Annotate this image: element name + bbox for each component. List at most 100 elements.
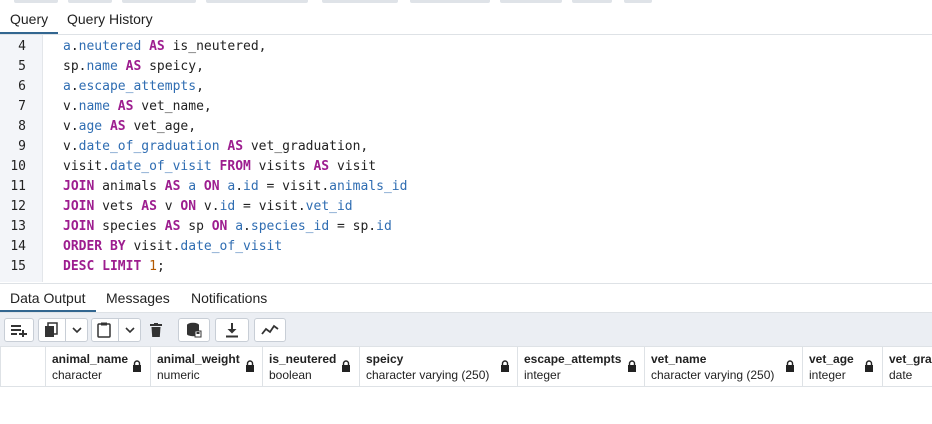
line-number: 6 [18,79,26,94]
code-token: v. [63,139,79,154]
download-button[interactable] [215,318,249,342]
line-number: 13 [10,219,26,234]
code-token: visit [329,159,377,174]
code-token: JOIN [63,199,95,214]
save-data-button[interactable] [178,318,210,342]
code-token: vet_age, [125,119,197,134]
code-token: vet_name, [133,99,212,114]
code-token: ORDER BY [63,239,126,254]
code-token: . [70,39,79,54]
code-token: . [70,79,79,94]
code-line[interactable]: v.age AS vet_age, [63,117,196,137]
chevron-down-icon [72,327,82,334]
code-line[interactable]: JOIN species AS sp ON a.species_id = sp.… [63,217,392,237]
chevron-down-icon [125,327,135,334]
delete-icon [150,323,162,337]
code-token: age [78,119,103,134]
code-token: AS [109,119,126,134]
column-header-animal-name[interactable]: animal_name character [45,347,150,386]
lock-icon [865,360,873,372]
delete-button[interactable] [144,318,168,342]
code-line[interactable]: JOIN animals AS a ON a.id = visit.animal… [63,177,407,197]
paste-button[interactable] [91,318,141,342]
download-icon [226,323,238,338]
code-token: speicy, [141,59,204,74]
grid-header: animal_name character animal_weight nume… [0,347,932,387]
copy-button[interactable] [38,318,88,342]
tab-messages[interactable]: Messages [96,284,180,312]
code-token: v. [196,199,220,214]
code-token: id [376,219,392,234]
code-line[interactable]: JOIN vets AS v ON v.id = visit.vet_id [63,197,353,217]
code-token: escape_attempts [78,79,197,94]
code-line[interactable]: a.neutered AS is_neutered, [63,37,267,57]
code-token: is_neutered, [164,39,267,54]
sql-editor[interactable]: 4 a.neutered AS is_neutered, 5 sp.name AS s… [0,35,932,282]
code-token: visit. [63,159,110,174]
code-token: id [243,179,259,194]
line-number: 15 [10,259,26,274]
line-number: 8 [18,119,26,134]
column-header-escape-attempts[interactable]: escape_attempts integer [517,347,644,386]
code-token: date_of_visit [180,239,283,254]
column-header-vet-graduation[interactable]: vet_grad date [882,347,932,386]
code-token: AS [164,179,181,194]
column-header-animal-weight[interactable]: animal_weight numeric [150,347,262,386]
lock-icon [342,360,350,372]
code-token: , [196,79,204,94]
tab-data-output[interactable]: Data Output [0,284,96,312]
code-token: vets [94,199,142,214]
add-row-button[interactable] [4,318,34,342]
code-token: ; [156,259,165,274]
code-token: species_id [250,219,330,234]
column-header-is-neutered[interactable]: is_neutered boolean [262,347,359,386]
code-token: ON [211,219,228,234]
code-token: neutered [78,39,142,54]
code-token: DESC LIMIT [63,259,142,274]
column-header-speicy[interactable]: speicy character varying (250) [359,347,517,386]
code-token: v [156,199,181,214]
code-line[interactable]: a.escape_attempts, [63,77,204,97]
code-token: sp [180,219,212,234]
code-line[interactable]: visit.date_of_visit FROM visits AS visit [63,157,376,177]
code-line[interactable]: sp.name AS speicy, [63,57,204,77]
code-token: . [235,179,244,194]
column-header-vet-age[interactable]: vet_age integer [802,347,882,386]
code-token: FROM [219,159,251,174]
code-token: visit. [125,239,181,254]
line-number: 11 [10,179,26,194]
tab-query-history[interactable]: Query History [57,5,163,34]
code-token: AS [149,39,165,54]
code-token: JOIN [63,219,95,234]
code-token: v. [63,119,79,134]
code-token: a [63,79,71,94]
code-token: = visit. [258,179,330,194]
lock-icon [133,360,141,372]
code-line[interactable]: DESC LIMIT 1; [63,257,165,277]
code-line[interactable]: v.date_of_graduation AS vet_graduation, [63,137,368,157]
line-number: 12 [10,199,26,214]
tab-notifications[interactable]: Notifications [181,284,277,312]
lock-icon [786,360,794,372]
code-token: vet_id [305,199,353,214]
tab-query[interactable]: Query [0,5,59,34]
code-token: date_of_graduation [78,139,220,154]
lock-icon [628,360,636,372]
graph-visualiser-button[interactable] [254,318,286,342]
code-token: name [86,59,118,74]
code-token: AS [227,139,244,154]
code-token: vet_graduation, [243,139,369,154]
code-line[interactable]: ORDER BY visit.date_of_visit [63,237,282,257]
column-header-vet-name[interactable]: vet_name character varying (250) [644,347,802,386]
line-number: 9 [18,139,26,154]
code-line[interactable]: v.name AS vet_name, [63,97,212,117]
line-number: 14 [10,239,26,254]
line-number: 7 [18,99,26,114]
code-token: sp. [63,59,87,74]
row-number-header [0,347,45,386]
code-token: species [94,219,165,234]
